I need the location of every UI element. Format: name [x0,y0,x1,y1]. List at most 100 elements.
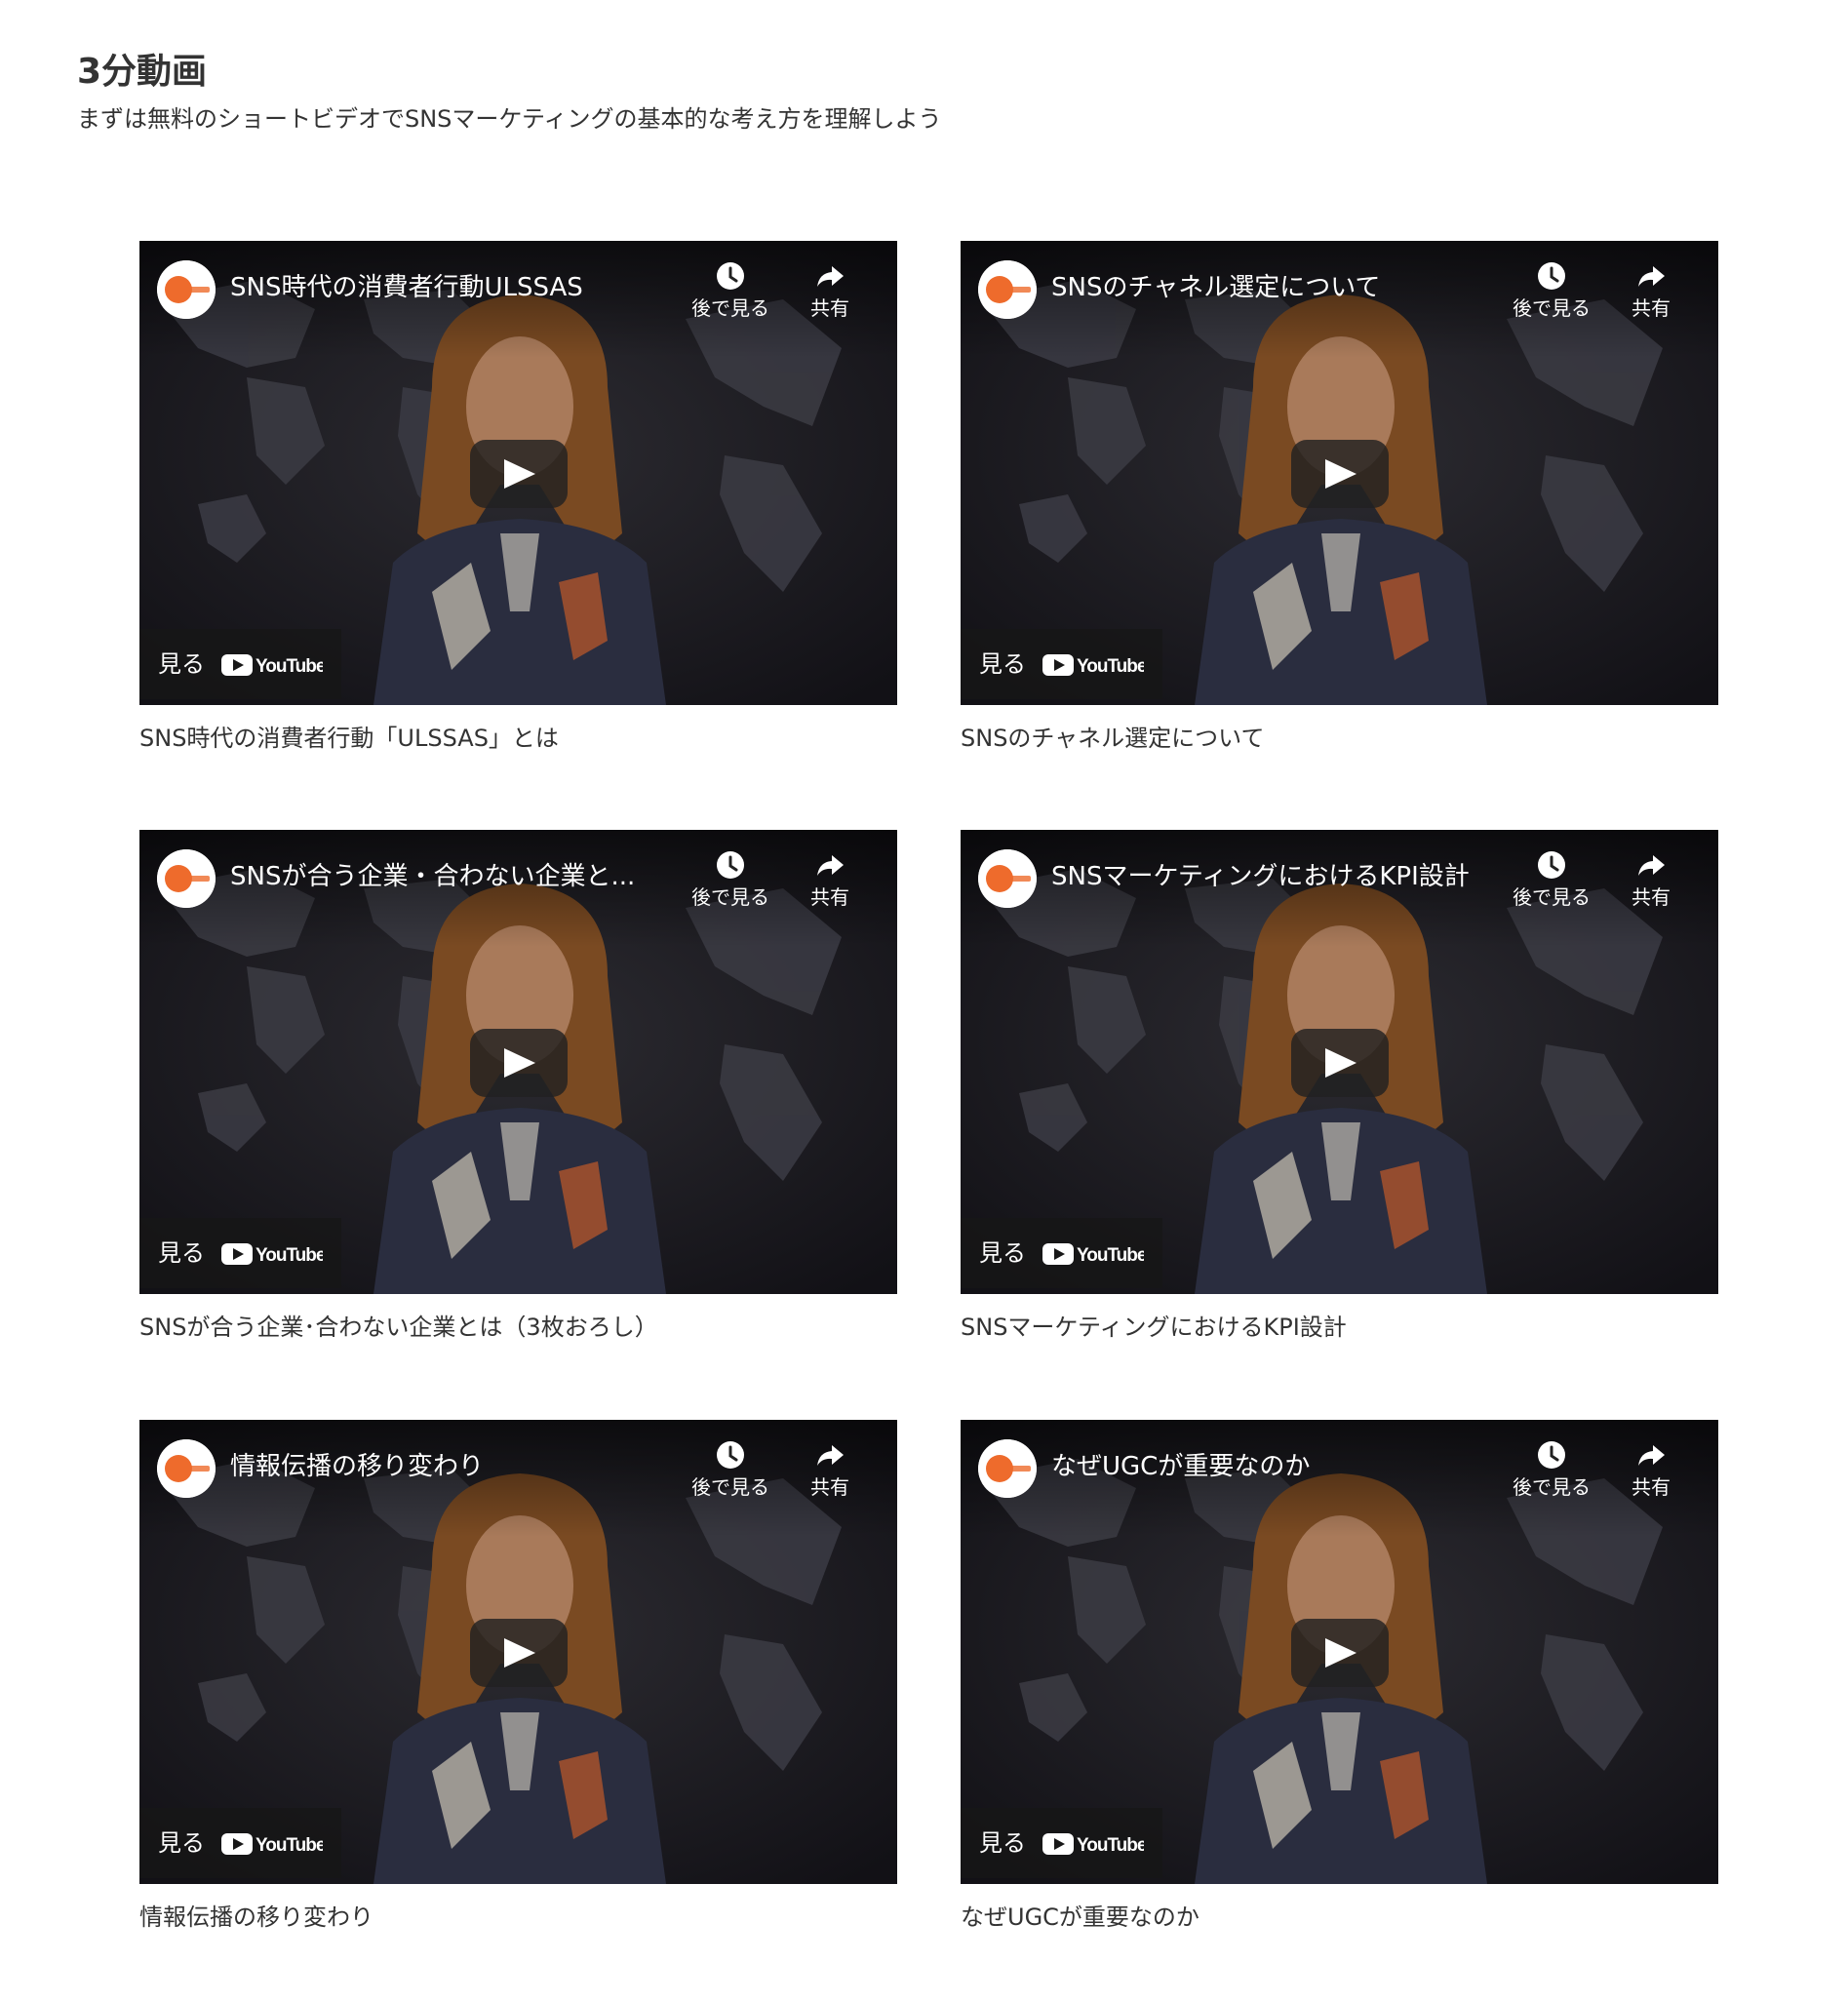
video-card-2: SNSのチャネル選定について 後で見る 共有 見る YouTube SNSのチャ… [961,241,1718,756]
watch-later-label: 後で見る [1513,296,1591,320]
video-caption: SNSのチャネル選定について [961,725,1265,752]
youtube-wordmark: YouTube [1077,1245,1144,1266]
channel-avatar[interactable] [157,849,216,908]
clock-icon [717,262,744,290]
watch-later-button[interactable]: 後で見る [684,260,777,323]
watch-later-label: 後で見る [691,885,769,909]
youtube-wordmark: YouTube [1077,656,1144,677]
share-arrow-icon [1638,266,1665,287]
play-icon [1325,459,1357,489]
video-player[interactable]: SNSマーケティングにおけるKPI設計 後で見る 共有 見る YouTube [961,830,1718,1294]
video-card-4: SNSマーケティングにおけるKPI設計 後で見る 共有 見る YouTube S… [961,830,1718,1345]
video-card-6: なぜUGCが重要なのか 後で見る 共有 見る YouTube なぜUGCが重要な… [961,1420,1718,1935]
share-arrow-icon [817,1445,844,1466]
share-label: 共有 [810,296,849,320]
watch-later-button[interactable]: 後で見る [1505,1439,1598,1502]
watch-on-youtube-link[interactable]: 見る YouTube [961,1808,1162,1878]
hottolink-logo-icon [157,849,216,908]
video-title[interactable]: なぜUGCが重要なのか [1051,1449,1500,1484]
channel-avatar[interactable] [978,849,1037,908]
video-player[interactable]: なぜUGCが重要なのか 後で見る 共有 見る YouTube [961,1420,1718,1884]
video-player[interactable]: 情報伝播の移り変わり 後で見る 共有 見る YouTube [139,1420,897,1884]
watch-later-label: 後で見る [691,1475,769,1499]
play-button[interactable] [470,1029,568,1097]
video-title[interactable]: SNS時代の消費者行動ULSSAS [230,270,679,305]
watch-later-button[interactable]: 後で見る [684,1439,777,1502]
hottolink-logo-icon [157,1439,216,1498]
video-player[interactable]: SNS時代の消費者行動ULSSAS 後で見る 共有 見る YouTube [139,241,897,705]
watch-on-youtube-link[interactable]: 見る YouTube [139,1808,341,1878]
channel-avatar[interactable] [978,1439,1037,1498]
video-title[interactable]: SNSマーケティングにおけるKPI設計 [1051,859,1500,894]
video-caption: SNSマーケティングにおけるKPI設計 [961,1314,1347,1341]
watch-on-label: 見る [979,650,1026,678]
play-button[interactable] [1291,1619,1389,1687]
video-title[interactable]: SNSのチャネル選定について [1051,270,1500,305]
play-icon [504,1638,535,1668]
hottolink-logo-icon [978,1439,1037,1498]
clock-icon [717,1441,744,1469]
clock-icon [1538,1441,1565,1469]
video-caption: SNSが合う企業･合わない企業とは（3枚おろし） [139,1314,658,1341]
watch-on-youtube-link[interactable]: 見る YouTube [961,629,1162,699]
video-card-1: SNS時代の消費者行動ULSSAS 後で見る 共有 見る YouTube SNS… [139,241,897,756]
watch-later-label: 後で見る [691,296,769,320]
share-label: 共有 [810,1475,849,1499]
watch-later-button[interactable]: 後で見る [1505,849,1598,912]
watch-on-label: 見る [979,1829,1026,1857]
channel-avatar[interactable] [157,1439,216,1498]
channel-avatar[interactable] [978,260,1037,319]
play-button[interactable] [1291,1029,1389,1097]
share-arrow-icon [1638,855,1665,876]
youtube-logo-icon: YouTube [1042,1242,1144,1266]
clock-icon [1538,851,1565,879]
share-button[interactable]: 共有 [1612,260,1690,323]
share-label: 共有 [1632,1475,1671,1499]
youtube-wordmark: YouTube [1077,1835,1144,1856]
video-title[interactable]: SNSが合う企業・合わない企業と... [230,859,679,894]
watch-later-button[interactable]: 後で見る [684,849,777,912]
watch-later-label: 後で見る [1513,885,1591,909]
clock-icon [717,851,744,879]
share-button[interactable]: 共有 [1612,1439,1690,1502]
play-button[interactable] [470,440,568,508]
share-label: 共有 [810,885,849,909]
play-icon [504,459,535,489]
watch-on-youtube-link[interactable]: 見る YouTube [139,1218,341,1288]
youtube-wordmark: YouTube [256,1835,323,1856]
youtube-wordmark: YouTube [256,656,323,677]
share-arrow-icon [817,266,844,287]
youtube-logo-icon: YouTube [1042,653,1144,677]
watch-later-button[interactable]: 後で見る [1505,260,1598,323]
watch-later-label: 後で見る [1513,1475,1591,1499]
youtube-wordmark: YouTube [256,1245,323,1266]
youtube-logo-icon: YouTube [221,1832,323,1856]
play-button[interactable] [470,1619,568,1687]
video-card-3: SNSが合う企業・合わない企業と... 後で見る 共有 見る YouTube S… [139,830,897,1345]
hottolink-logo-icon [978,849,1037,908]
watch-on-youtube-link[interactable]: 見る YouTube [139,629,341,699]
share-arrow-icon [817,855,844,876]
play-button[interactable] [1291,440,1389,508]
play-icon [1325,1048,1357,1078]
video-title[interactable]: 情報伝播の移り変わり [230,1449,679,1484]
video-player[interactable]: SNSが合う企業・合わない企業と... 後で見る 共有 見る YouTube [139,830,897,1294]
share-button[interactable]: 共有 [791,1439,869,1502]
watch-on-label: 見る [979,1239,1026,1267]
share-button[interactable]: 共有 [791,260,869,323]
share-arrow-icon [1638,1445,1665,1466]
video-card-5: 情報伝播の移り変わり 後で見る 共有 見る YouTube 情報伝播の移り変わり [139,1420,897,1935]
share-button[interactable]: 共有 [1612,849,1690,912]
share-button[interactable]: 共有 [791,849,869,912]
channel-avatar[interactable] [157,260,216,319]
share-label: 共有 [1632,296,1671,320]
watch-on-label: 見る [158,1829,205,1857]
video-caption: なぜUGCが重要なのか [961,1904,1199,1931]
watch-on-youtube-link[interactable]: 見る YouTube [961,1218,1162,1288]
youtube-logo-icon: YouTube [221,1242,323,1266]
watch-on-label: 見る [158,1239,205,1267]
video-player[interactable]: SNSのチャネル選定について 後で見る 共有 見る YouTube [961,241,1718,705]
section-title: 3分動画 [77,52,208,92]
video-caption: SNS時代の消費者行動「ULSSAS」とは [139,725,559,752]
hottolink-logo-icon [978,260,1037,319]
